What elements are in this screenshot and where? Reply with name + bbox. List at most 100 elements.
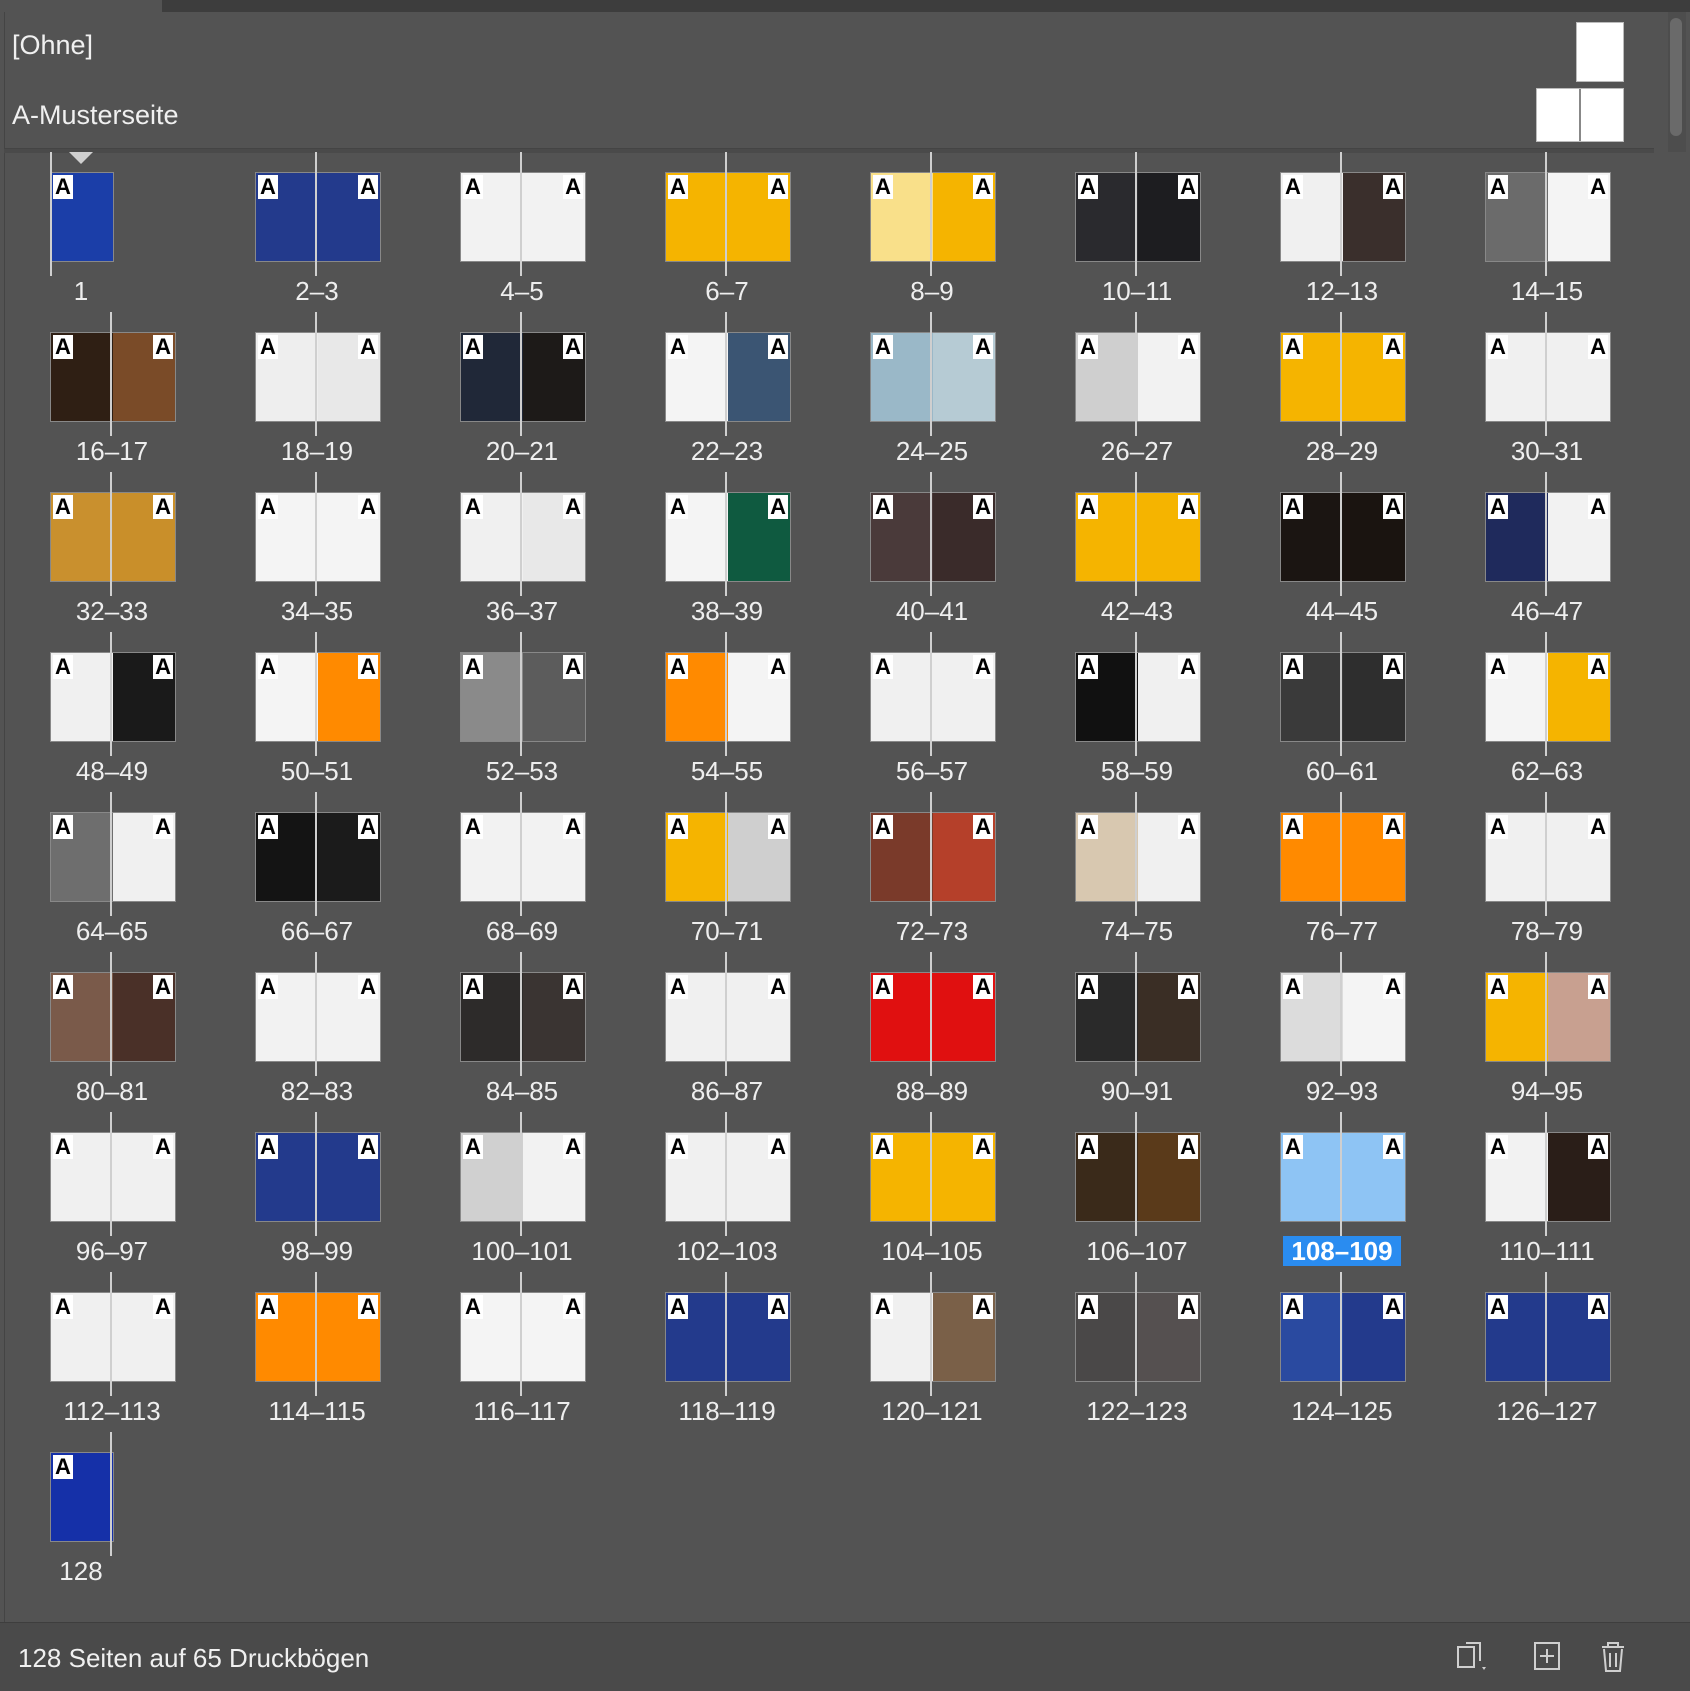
page-thumbnail[interactable]: A — [318, 493, 380, 581]
spread-82-83[interactable]: A A 82–83 — [255, 952, 460, 1112]
spread-50-51[interactable]: A A 50–51 — [255, 632, 460, 792]
page-thumbnail[interactable]: A — [1343, 493, 1405, 581]
page-thumbnail[interactable]: A — [728, 1133, 790, 1221]
delete-page-icon[interactable] — [1594, 1637, 1632, 1675]
spread-pages[interactable]: AA — [1075, 812, 1201, 902]
page-thumbnail[interactable]: A — [256, 973, 318, 1061]
spread-44-45[interactable]: A A 44–45 — [1280, 472, 1485, 632]
spread-pages[interactable]: AA — [665, 1132, 791, 1222]
page-thumbnail[interactable]: A — [318, 1293, 380, 1381]
page-thumbnail[interactable]: A — [1486, 1133, 1548, 1221]
new-page-icon[interactable] — [1528, 1637, 1566, 1675]
spread-pages[interactable]: AA — [460, 812, 586, 902]
page-thumbnail[interactable]: A — [1343, 1133, 1405, 1221]
spread-pages[interactable]: AA — [255, 332, 381, 422]
spread-pages[interactable]: AA — [255, 652, 381, 742]
page-thumbnail[interactable]: A — [1281, 813, 1343, 901]
page-thumbnail[interactable]: A — [523, 973, 585, 1061]
page-thumbnail[interactable]: A — [1343, 653, 1405, 741]
page-thumbnail[interactable]: A — [933, 173, 995, 261]
page-thumbnail[interactable]: A — [1281, 173, 1343, 261]
spread-56-57[interactable]: A A 56–57 — [870, 632, 1075, 792]
page-thumbnail[interactable]: A — [933, 333, 995, 421]
page-thumbnail[interactable]: A — [728, 493, 790, 581]
spread-118-119[interactable]: A A 118–119 — [665, 1272, 870, 1432]
page-thumbnail[interactable]: A — [461, 1133, 523, 1221]
page-thumbnail[interactable]: A — [256, 333, 318, 421]
page-thumbnail[interactable]: A — [51, 1293, 113, 1381]
spread-pages[interactable]: AA — [1075, 652, 1201, 742]
page-thumbnail[interactable]: A — [871, 333, 933, 421]
page-thumbnail[interactable]: A — [523, 1293, 585, 1381]
master-none-row[interactable]: [Ohne] — [4, 12, 1654, 82]
spread-pages[interactable]: AA — [255, 1292, 381, 1382]
spread-4-5[interactable]: A A 4–5 — [460, 152, 665, 312]
page-thumbnail[interactable]: A — [318, 333, 380, 421]
spread-pages[interactable]: AA — [1485, 652, 1611, 742]
page-thumbnail[interactable]: A — [871, 1133, 933, 1221]
spread-pages[interactable]: AA — [50, 492, 176, 582]
page-thumbnail[interactable]: A — [1281, 1133, 1343, 1221]
spread-pages[interactable]: AA — [870, 332, 996, 422]
page-thumbnail[interactable]: A — [1343, 173, 1405, 261]
spread-pages[interactable]: AA — [665, 652, 791, 742]
spread-18-19[interactable]: A A 18–19 — [255, 312, 460, 472]
spread-pages[interactable]: AA — [255, 812, 381, 902]
spread-10-11[interactable]: A A 10–11 — [1075, 152, 1280, 312]
panel-tab[interactable] — [0, 0, 162, 12]
page-thumbnail[interactable]: A — [1138, 333, 1200, 421]
spread-pages[interactable]: AA — [665, 1292, 791, 1382]
spread-pages[interactable]: AA — [1280, 1292, 1406, 1382]
spread-92-93[interactable]: A A 92–93 — [1280, 952, 1485, 1112]
spread-pages[interactable]: AA — [1485, 172, 1611, 262]
page-thumbnail[interactable]: A — [1548, 1133, 1610, 1221]
page-thumbnail[interactable]: A — [256, 1293, 318, 1381]
page-thumbnail[interactable]: A — [666, 493, 728, 581]
page-thumbnail[interactable]: A — [1138, 973, 1200, 1061]
page-thumbnail[interactable]: A — [318, 973, 380, 1061]
spread-22-23[interactable]: A A 22–23 — [665, 312, 870, 472]
spread-pages[interactable]: AA — [870, 972, 996, 1062]
page-thumbnail[interactable]: A — [666, 333, 728, 421]
spread-110-111[interactable]: A A 110–111 — [1485, 1112, 1690, 1272]
spread-pages[interactable]: AA — [50, 1132, 176, 1222]
spread-pages[interactable]: AA — [1485, 1292, 1611, 1382]
page-thumbnail[interactable]: A — [1076, 813, 1138, 901]
spread-52-53[interactable]: A A 52–53 — [460, 632, 665, 792]
spread-pages[interactable]: AA — [1075, 332, 1201, 422]
page-thumbnail[interactable]: A — [871, 973, 933, 1061]
page-thumbnail[interactable]: A — [256, 653, 318, 741]
master-a-row[interactable]: A-Musterseite — [4, 82, 1654, 152]
spread-98-99[interactable]: A A 98–99 — [255, 1112, 460, 1272]
spread-106-107[interactable]: A A 106–107 — [1075, 1112, 1280, 1272]
spread-pages[interactable]: AA — [870, 1292, 996, 1382]
page-thumbnail[interactable]: A — [1343, 1293, 1405, 1381]
spread-pages[interactable]: AA — [1280, 492, 1406, 582]
spread-pages[interactable]: AA — [1280, 172, 1406, 262]
page-thumbnail[interactable]: A — [1076, 493, 1138, 581]
spread-pages[interactable]: AA — [870, 492, 996, 582]
spread-26-27[interactable]: A A 26–27 — [1075, 312, 1280, 472]
page-thumbnail[interactable]: A — [51, 653, 113, 741]
page-thumbnail[interactable]: A — [523, 1133, 585, 1221]
spread-54-55[interactable]: A A 54–55 — [665, 632, 870, 792]
page-thumbnail[interactable]: A — [871, 173, 933, 261]
spread-pages[interactable]: AA — [665, 972, 791, 1062]
spread-pages[interactable]: AA — [50, 1292, 176, 1382]
page-thumbnail[interactable]: A — [871, 493, 933, 581]
page-thumbnail[interactable]: A — [1486, 173, 1548, 261]
page-thumbnail[interactable]: A — [1138, 653, 1200, 741]
spread-72-73[interactable]: A A 72–73 — [870, 792, 1075, 952]
spread-pages[interactable]: AA — [460, 332, 586, 422]
page-thumbnail[interactable]: A — [523, 173, 585, 261]
page-thumbnail[interactable]: A — [1548, 1293, 1610, 1381]
page-thumbnail[interactable]: A — [51, 1133, 113, 1221]
spread-38-39[interactable]: A A 38–39 — [665, 472, 870, 632]
page-thumbnail[interactable]: A — [728, 653, 790, 741]
spread-pages[interactable]: AA — [870, 812, 996, 902]
spread-pages[interactable]: AA — [1075, 1132, 1201, 1222]
page-thumbnail[interactable]: A — [113, 653, 175, 741]
page-thumbnail[interactable]: A — [933, 493, 995, 581]
page-thumbnail[interactable]: A — [1486, 333, 1548, 421]
spread-pages[interactable]: A — [50, 1452, 114, 1542]
